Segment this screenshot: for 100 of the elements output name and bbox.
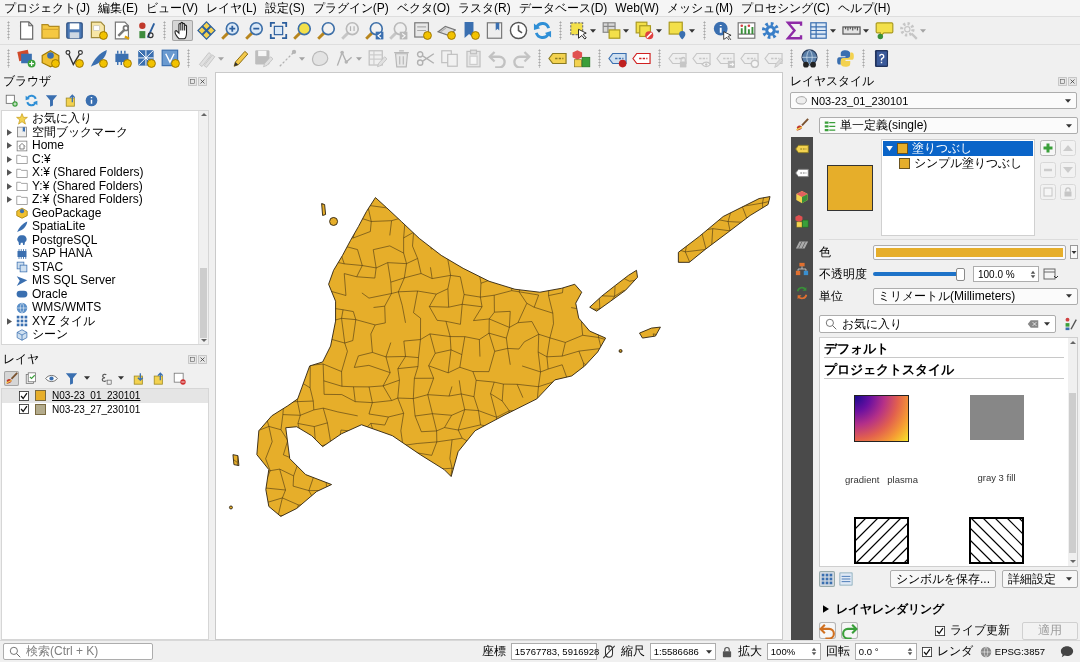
globe-binoculars-icon[interactable] xyxy=(798,48,820,69)
menu-item[interactable]: プロジェクト(J) xyxy=(4,0,90,16)
fill-swatch-icon[interactable] xyxy=(969,395,1024,440)
close-icon[interactable] xyxy=(198,76,207,86)
tree-item[interactable]: Y:¥ (Shared Folders) xyxy=(2,179,143,193)
menu-item[interactable]: ラスタ(R) xyxy=(458,0,511,16)
menu-item[interactable]: Web(W) xyxy=(615,0,660,16)
undo-icon[interactable] xyxy=(819,622,836,639)
grid-view-icon[interactable] xyxy=(819,571,835,587)
square-icon[interactable] xyxy=(1058,76,1067,86)
menu-item[interactable]: ビュー(V) xyxy=(146,0,198,16)
symbol-layer-item[interactable]: 塗りつぶし xyxy=(883,141,1033,156)
close-icon[interactable] xyxy=(198,354,207,364)
section-header[interactable]: レイヤレンダリング xyxy=(836,600,944,618)
filter-icon[interactable] xyxy=(64,370,79,386)
square-pin-icon[interactable] xyxy=(666,20,688,41)
color-button[interactable] xyxy=(873,244,1066,260)
hatch-swatch-icon[interactable] xyxy=(854,517,909,564)
renderer-dropdown[interactable]: 単一定義(single) xyxy=(819,117,1078,134)
redo-icon[interactable] xyxy=(841,622,858,639)
expand-arrow-icon[interactable] xyxy=(7,317,12,325)
symbol-search-field[interactable]: お気に入り xyxy=(819,315,1056,333)
expand-arrow-icon[interactable] xyxy=(7,128,12,136)
vertex-square-icon[interactable] xyxy=(159,48,181,69)
tree-item[interactable]: WMS/WMTS xyxy=(2,301,102,315)
tree-item[interactable]: SpatiaLite xyxy=(2,220,86,234)
collapse-arrow-icon[interactable] xyxy=(886,146,893,151)
vertical-scrollbar[interactable] xyxy=(198,111,208,344)
tree-item[interactable]: STAC xyxy=(2,260,64,274)
magnifier-back-icon[interactable] xyxy=(363,20,385,41)
mouse-crossed-icon[interactable] xyxy=(601,644,616,659)
refresh-icon[interactable] xyxy=(531,20,553,41)
caret-icon[interactable] xyxy=(623,28,629,33)
expand-arrow-icon[interactable] xyxy=(7,182,12,190)
expand-arrow-icon[interactable] xyxy=(7,169,12,177)
zoom-out-icon[interactable] xyxy=(243,20,265,41)
select-cursor-icon[interactable] xyxy=(567,20,589,41)
hand-icon[interactable] xyxy=(171,20,193,41)
checkbox[interactable] xyxy=(19,404,29,415)
paint-brush-icon[interactable] xyxy=(4,370,19,386)
spin-arrows-icon[interactable] xyxy=(810,647,817,656)
caret-icon[interactable] xyxy=(118,376,124,380)
tree-item[interactable]: PostgreSQL xyxy=(2,233,98,247)
mesh-icon[interactable] xyxy=(135,48,157,69)
add-icon[interactable] xyxy=(1040,140,1056,156)
caret-icon[interactable] xyxy=(830,28,836,33)
document-icon[interactable] xyxy=(411,20,433,41)
refresh-icon[interactable] xyxy=(24,92,39,108)
menu-item[interactable]: 編集(E) xyxy=(98,0,138,16)
menu-item[interactable]: プロセシング(C) xyxy=(741,0,830,16)
layer-item[interactable]: N03-23_27_230101 xyxy=(2,402,208,416)
tree-item[interactable]: Z:¥ (Shared Folders) xyxy=(2,193,143,207)
window-caret-icon[interactable] xyxy=(1043,266,1059,282)
filter-icon[interactable] xyxy=(44,92,59,108)
zoom-in-icon[interactable] xyxy=(219,20,241,41)
tree-item[interactable]: Oracle xyxy=(2,287,68,301)
menu-item[interactable]: プラグイン(P) xyxy=(312,0,389,16)
bracket-square-icon[interactable] xyxy=(267,20,289,41)
add-box-icon[interactable] xyxy=(4,92,19,108)
tree-item[interactable]: C:¥ xyxy=(2,152,51,166)
layer-item[interactable]: N03-23_01_230101 xyxy=(2,389,208,403)
close-icon[interactable] xyxy=(1068,76,1077,86)
caret-icon[interactable] xyxy=(863,28,869,33)
tree-item[interactable]: MS SQL Server xyxy=(2,274,116,288)
list-view-icon[interactable] xyxy=(838,571,854,587)
info-cursor-icon[interactable] xyxy=(711,20,733,41)
gear-icon[interactable] xyxy=(759,20,781,41)
search-field[interactable]: 検索(Ctrl + K) xyxy=(3,643,153,660)
hatch-swatch-icon[interactable] xyxy=(969,517,1024,564)
expand-arrow-icon[interactable] xyxy=(7,155,12,163)
layers-plus-icon[interactable] xyxy=(15,48,37,69)
menu-item[interactable]: ヘルプ(H) xyxy=(837,0,891,16)
menu-item[interactable]: レイヤ(L) xyxy=(206,0,257,16)
menu-item[interactable]: ベクタ(O) xyxy=(396,0,450,16)
checkbox[interactable] xyxy=(935,625,945,636)
caret-icon[interactable] xyxy=(590,28,596,33)
vertex-line-icon[interactable] xyxy=(63,48,85,69)
save-symbol-button[interactable]: シンボルを保存... xyxy=(890,570,996,588)
diamond-grid-icon[interactable] xyxy=(195,20,217,41)
tree-item[interactable]: SAP HANA xyxy=(2,247,93,261)
menu-item[interactable]: データベース(D) xyxy=(518,0,608,16)
squares-prohibit-icon[interactable] xyxy=(633,20,655,41)
caret-icon[interactable] xyxy=(1070,245,1078,259)
rotation-spin-box[interactable]: 0.0 ° xyxy=(854,643,917,660)
menu-item[interactable]: 設定(S) xyxy=(264,0,305,16)
tree-item[interactable]: XYZ タイル xyxy=(2,314,95,328)
info-icon[interactable] xyxy=(84,92,99,108)
expand-arrow-icon[interactable] xyxy=(7,196,12,204)
opacity-slider[interactable] xyxy=(873,267,965,281)
expand-arrow-icon[interactable] xyxy=(7,142,12,150)
crs-button[interactable]: EPSG:3857 xyxy=(977,645,1047,658)
advanced-button[interactable]: 詳細設定 xyxy=(1002,570,1078,588)
magnifier-icon[interactable] xyxy=(315,20,337,41)
table-icon[interactable] xyxy=(807,20,829,41)
spin-arrows-icon[interactable] xyxy=(1030,269,1036,279)
square-icon[interactable] xyxy=(188,76,197,86)
sigma-icon[interactable] xyxy=(783,20,805,41)
backspace-icon[interactable] xyxy=(1027,318,1039,330)
layer-dropdown[interactable]: N03-23_01_230101 xyxy=(790,92,1077,109)
tree-item[interactable]: GeoPackage xyxy=(2,206,102,220)
